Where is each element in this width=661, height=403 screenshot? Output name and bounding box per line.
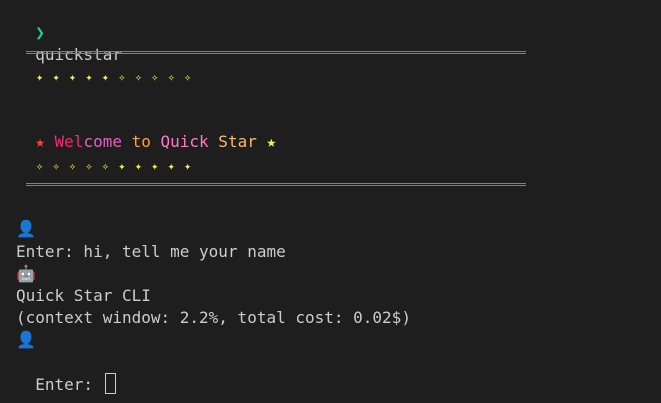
user-icon: 👤 xyxy=(16,219,36,238)
banner-title-segment: come xyxy=(83,132,122,151)
banner-title-segment: Star xyxy=(208,132,257,151)
banner-title: ★ Welcome to Quick Star ★ xyxy=(16,109,276,151)
bot-message-line-1: Quick Star CLI xyxy=(16,286,151,305)
input-line[interactable]: Enter: xyxy=(16,351,116,394)
command-line: ❯ quickstar xyxy=(16,0,122,64)
banner-title-text: Welcome to Quick Star ★ xyxy=(44,132,277,151)
user-icon: 👤 xyxy=(16,330,36,349)
banner-title-segment: Wel xyxy=(44,132,84,151)
user-message: Enter: hi, tell me your name xyxy=(16,242,286,261)
banner-bottom-rule xyxy=(26,183,526,186)
banner-top-rule xyxy=(26,51,526,54)
bot-message-line-2: (context window: 2.2%, total cost: 0.02$… xyxy=(16,308,411,327)
command-text: quickstar xyxy=(35,45,122,64)
banner-title-segment: ★ xyxy=(256,132,277,151)
text-cursor[interactable] xyxy=(104,373,116,394)
banner-star-left-icon: ★ xyxy=(35,132,45,151)
banner-stars-bottom: ✧ ✧ ✧ ✧ ✧ ✦ ✦ ✦ ✦ ✦ xyxy=(36,159,193,173)
banner-stars-top: ✦ ✦ ✦ ✦ ✦ ✧ ✧ ✧ ✧ ✧ xyxy=(36,70,193,84)
banner-title-segment: Quick xyxy=(160,132,209,151)
bot-icon: 🤖 xyxy=(16,264,36,283)
banner-title-segment: to xyxy=(121,132,161,151)
prompt-arrow-icon: ❯ xyxy=(35,23,45,42)
input-prompt-label: Enter: xyxy=(35,375,103,394)
